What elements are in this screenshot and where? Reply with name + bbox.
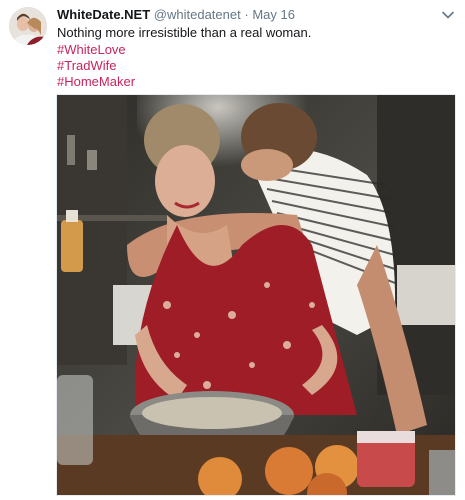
hashtag-link[interactable]: #HomeMaker: [57, 73, 135, 90]
avatar-photo: [9, 7, 47, 45]
display-name[interactable]: WhiteDate.NET: [57, 7, 150, 22]
handle[interactable]: @whitedatenet: [154, 7, 241, 22]
tweet-header: WhiteDate.NET @whitedatenet · May 16: [57, 7, 295, 23]
tweet-text: Nothing more irresistible than a real wo…: [57, 25, 312, 40]
hashtag-link[interactable]: #TradWife: [57, 57, 116, 74]
chevron-down-icon[interactable]: [441, 8, 455, 22]
avatar[interactable]: [9, 7, 47, 45]
couple-in-kitchen-image: [57, 95, 455, 495]
hashtag-link[interactable]: #WhiteLove: [57, 41, 126, 58]
tweet-media-photo[interactable]: [56, 94, 456, 496]
timestamp[interactable]: May 16: [252, 7, 295, 22]
separator: ·: [244, 7, 249, 22]
